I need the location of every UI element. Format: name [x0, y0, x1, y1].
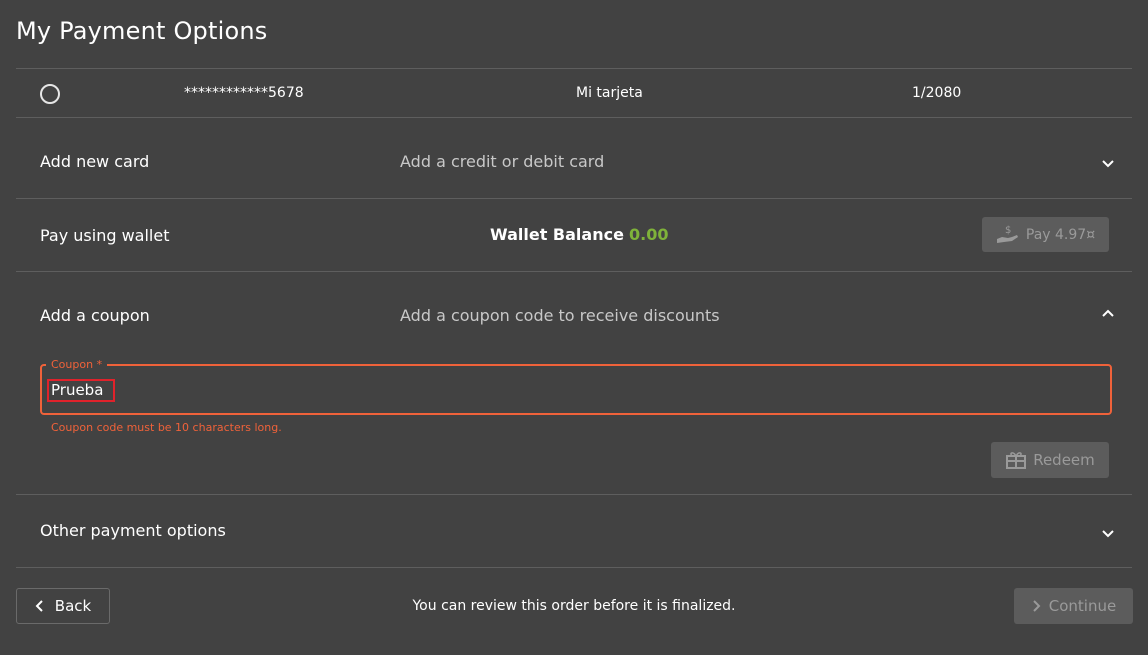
hand-money-icon: $	[996, 225, 1018, 243]
wallet-balance: Wallet Balance 0.00	[490, 225, 669, 244]
add-coupon-description: Add a coupon code to receive discounts	[400, 306, 720, 325]
chevron-up-icon[interactable]	[1101, 308, 1115, 318]
add-card-description: Add a credit or debit card	[400, 152, 605, 171]
page-title: My Payment Options	[16, 17, 268, 45]
continue-button[interactable]: Continue	[1014, 588, 1133, 624]
coupon-field-label: Coupon *	[46, 358, 108, 371]
svg-text:$: $	[1005, 225, 1011, 236]
chevron-down-icon[interactable]	[1101, 529, 1115, 539]
divider	[16, 567, 1132, 568]
wallet-balance-label: Wallet Balance	[490, 225, 624, 244]
divider	[16, 68, 1132, 69]
pay-wallet-button-label: Pay 4.97¤	[1025, 226, 1096, 243]
card-radio-button[interactable]	[40, 84, 60, 104]
divider	[16, 494, 1132, 495]
gift-icon	[1006, 452, 1027, 469]
pay-wallet-button[interactable]: $ Pay 4.97¤	[982, 217, 1109, 252]
chevron-right-icon	[1033, 600, 1041, 612]
coupon-input[interactable]: Prueba	[47, 379, 115, 402]
card-number: ************5678	[184, 85, 304, 101]
coupon-error-message: Coupon code must be 10 characters long.	[51, 421, 282, 434]
wallet-balance-value: 0.00	[629, 225, 669, 244]
coupon-input-field[interactable]	[40, 364, 1112, 415]
redeem-button[interactable]: Redeem	[991, 442, 1109, 478]
card-expiry: 1/2080	[912, 85, 962, 101]
divider	[16, 271, 1132, 272]
other-payment-label: Other payment options	[40, 521, 226, 540]
divider	[16, 117, 1132, 118]
chevron-down-icon[interactable]	[1101, 159, 1115, 169]
continue-button-label: Continue	[1048, 597, 1117, 615]
add-coupon-label: Add a coupon	[40, 306, 150, 325]
divider	[16, 198, 1132, 199]
add-card-label: Add new card	[40, 152, 150, 171]
redeem-button-label: Redeem	[1033, 451, 1095, 469]
card-name: Mi tarjeta	[576, 85, 643, 101]
wallet-label: Pay using wallet	[40, 226, 170, 245]
review-notice: You can review this order before it is f…	[412, 598, 736, 614]
